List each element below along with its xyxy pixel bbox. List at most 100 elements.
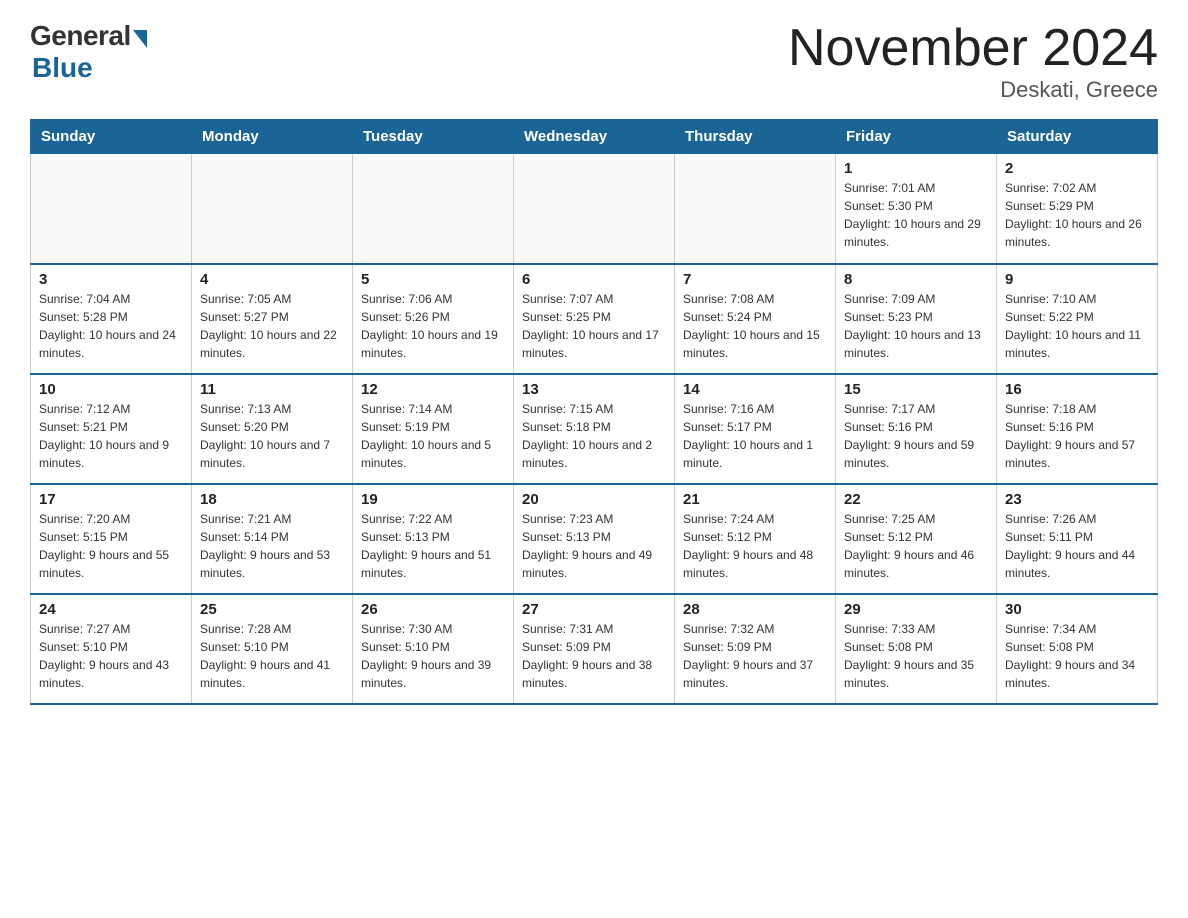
calendar-cell: 25 Sunrise: 7:28 AM Sunset: 5:10 PM Dayli… (192, 594, 353, 704)
calendar-cell: 20 Sunrise: 7:23 AM Sunset: 5:13 PM Dayli… (514, 484, 675, 594)
day-info: Sunrise: 7:16 AM Sunset: 5:17 PM Dayligh… (683, 400, 827, 472)
day-info: Sunrise: 7:04 AM Sunset: 5:28 PM Dayligh… (39, 290, 183, 362)
calendar-week-row: 24Sunrise: 7:27 AM Sunset: 5:10 PM Dayli… (31, 594, 1158, 704)
page-header: General Blue November 2024 Deskati, Gree… (30, 20, 1158, 103)
weekday-header-friday: Friday (836, 120, 997, 154)
day-info: Sunrise: 7:28 AM Sunset: 5:10 PM Dayligh… (200, 620, 344, 692)
day-number: 2 (1005, 160, 1149, 177)
day-info: Sunrise: 7:02 AM Sunset: 5:29 PM Dayligh… (1005, 179, 1149, 251)
location-text: Deskati, Greece (788, 77, 1158, 103)
calendar-cell: 9 Sunrise: 7:10 AM Sunset: 5:22 PM Daylig… (997, 264, 1158, 374)
calendar-header-row: SundayMondayTuesdayWednesdayThursdayFrid… (31, 120, 1158, 154)
day-info: Sunrise: 7:01 AM Sunset: 5:30 PM Dayligh… (844, 179, 988, 251)
title-section: November 2024 Deskati, Greece (788, 20, 1158, 103)
day-info: Sunrise: 7:06 AM Sunset: 5:26 PM Dayligh… (361, 290, 505, 362)
day-number: 6 (522, 271, 666, 288)
day-number: 9 (1005, 271, 1149, 288)
calendar-cell: 4 Sunrise: 7:05 AM Sunset: 5:27 PM Daylig… (192, 264, 353, 374)
logo: General Blue (30, 20, 147, 84)
day-info: Sunrise: 7:13 AM Sunset: 5:20 PM Dayligh… (200, 400, 344, 472)
logo-general-text: General (30, 20, 131, 52)
day-info: Sunrise: 7:34 AM Sunset: 5:08 PM Dayligh… (1005, 620, 1149, 692)
day-number: 15 (844, 381, 988, 398)
day-number: 22 (844, 491, 988, 508)
day-info: Sunrise: 7:10 AM Sunset: 5:22 PM Dayligh… (1005, 290, 1149, 362)
calendar-cell: 6 Sunrise: 7:07 AM Sunset: 5:25 PM Daylig… (514, 264, 675, 374)
calendar-table: SundayMondayTuesdayWednesdayThursdayFrid… (30, 119, 1158, 705)
day-info: Sunrise: 7:12 AM Sunset: 5:21 PM Dayligh… (39, 400, 183, 472)
day-number: 27 (522, 601, 666, 618)
day-number: 8 (844, 271, 988, 288)
month-title: November 2024 (788, 20, 1158, 77)
day-number: 7 (683, 271, 827, 288)
calendar-cell: 16 Sunrise: 7:18 AM Sunset: 5:16 PM Dayli… (997, 374, 1158, 484)
day-number: 11 (200, 381, 344, 398)
weekday-header-wednesday: Wednesday (514, 120, 675, 154)
day-info: Sunrise: 7:32 AM Sunset: 5:09 PM Dayligh… (683, 620, 827, 692)
weekday-header-tuesday: Tuesday (353, 120, 514, 154)
calendar-cell: 23Sunrise: 7:26 AM Sunset: 5:11 PM Dayli… (997, 484, 1158, 594)
calendar-cell: 3 Sunrise: 7:04 AM Sunset: 5:28 PM Daylig… (31, 264, 192, 374)
calendar-cell (353, 154, 514, 264)
logo-arrow-icon (133, 30, 147, 48)
day-number: 4 (200, 271, 344, 288)
day-info: Sunrise: 7:05 AM Sunset: 5:27 PM Dayligh… (200, 290, 344, 362)
day-number: 28 (683, 601, 827, 618)
day-number: 19 (361, 491, 505, 508)
logo-blue-text: Blue (32, 52, 93, 84)
day-number: 14 (683, 381, 827, 398)
day-number: 3 (39, 271, 183, 288)
calendar-week-row: 17 Sunrise: 7:20 AM Sunset: 5:15 PM Dayli… (31, 484, 1158, 594)
day-number: 17 (39, 491, 183, 508)
day-info: Sunrise: 7:09 AM Sunset: 5:23 PM Dayligh… (844, 290, 988, 362)
day-info: Sunrise: 7:21 AM Sunset: 5:14 PM Dayligh… (200, 510, 344, 582)
calendar-cell: 27 Sunrise: 7:31 AM Sunset: 5:09 PM Dayli… (514, 594, 675, 704)
calendar-cell: 29 Sunrise: 7:33 AM Sunset: 5:08 PM Dayli… (836, 594, 997, 704)
day-number: 23 (1005, 491, 1149, 508)
calendar-cell (675, 154, 836, 264)
day-info: Sunrise: 7:27 AM Sunset: 5:10 PM Dayligh… (39, 620, 183, 692)
calendar-cell: 24Sunrise: 7:27 AM Sunset: 5:10 PM Dayli… (31, 594, 192, 704)
day-number: 12 (361, 381, 505, 398)
day-number: 25 (200, 601, 344, 618)
calendar-cell: 15 Sunrise: 7:17 AM Sunset: 5:16 PM Dayli… (836, 374, 997, 484)
day-number: 26 (361, 601, 505, 618)
day-info: Sunrise: 7:23 AM Sunset: 5:13 PM Dayligh… (522, 510, 666, 582)
weekday-header-sunday: Sunday (31, 120, 192, 154)
calendar-week-row: 3 Sunrise: 7:04 AM Sunset: 5:28 PM Daylig… (31, 264, 1158, 374)
calendar-cell: 7 Sunrise: 7:08 AM Sunset: 5:24 PM Daylig… (675, 264, 836, 374)
day-info: Sunrise: 7:24 AM Sunset: 5:12 PM Dayligh… (683, 510, 827, 582)
day-number: 30 (1005, 601, 1149, 618)
day-number: 18 (200, 491, 344, 508)
calendar-cell: 5 Sunrise: 7:06 AM Sunset: 5:26 PM Daylig… (353, 264, 514, 374)
calendar-cell: 18 Sunrise: 7:21 AM Sunset: 5:14 PM Dayli… (192, 484, 353, 594)
weekday-header-monday: Monday (192, 120, 353, 154)
weekday-header-saturday: Saturday (997, 120, 1158, 154)
day-info: Sunrise: 7:08 AM Sunset: 5:24 PM Dayligh… (683, 290, 827, 362)
calendar-cell: 10Sunrise: 7:12 AM Sunset: 5:21 PM Dayli… (31, 374, 192, 484)
day-info: Sunrise: 7:17 AM Sunset: 5:16 PM Dayligh… (844, 400, 988, 472)
day-info: Sunrise: 7:20 AM Sunset: 5:15 PM Dayligh… (39, 510, 183, 582)
calendar-cell: 19 Sunrise: 7:22 AM Sunset: 5:13 PM Dayli… (353, 484, 514, 594)
calendar-cell (31, 154, 192, 264)
day-info: Sunrise: 7:15 AM Sunset: 5:18 PM Dayligh… (522, 400, 666, 472)
day-number: 16 (1005, 381, 1149, 398)
day-number: 29 (844, 601, 988, 618)
calendar-cell: 26Sunrise: 7:30 AM Sunset: 5:10 PM Dayli… (353, 594, 514, 704)
day-info: Sunrise: 7:22 AM Sunset: 5:13 PM Dayligh… (361, 510, 505, 582)
calendar-cell: 2 Sunrise: 7:02 AM Sunset: 5:29 PM Daylig… (997, 154, 1158, 264)
day-info: Sunrise: 7:31 AM Sunset: 5:09 PM Dayligh… (522, 620, 666, 692)
calendar-cell: 1Sunrise: 7:01 AM Sunset: 5:30 PM Daylig… (836, 154, 997, 264)
calendar-cell: 14 Sunrise: 7:16 AM Sunset: 5:17 PM Dayli… (675, 374, 836, 484)
day-info: Sunrise: 7:33 AM Sunset: 5:08 PM Dayligh… (844, 620, 988, 692)
calendar-cell: 22 Sunrise: 7:25 AM Sunset: 5:12 PM Dayli… (836, 484, 997, 594)
day-number: 21 (683, 491, 827, 508)
day-info: Sunrise: 7:07 AM Sunset: 5:25 PM Dayligh… (522, 290, 666, 362)
day-number: 5 (361, 271, 505, 288)
day-number: 20 (522, 491, 666, 508)
weekday-header-thursday: Thursday (675, 120, 836, 154)
day-info: Sunrise: 7:18 AM Sunset: 5:16 PM Dayligh… (1005, 400, 1149, 472)
calendar-week-row: 1Sunrise: 7:01 AM Sunset: 5:30 PM Daylig… (31, 154, 1158, 264)
calendar-week-row: 10Sunrise: 7:12 AM Sunset: 5:21 PM Dayli… (31, 374, 1158, 484)
day-info: Sunrise: 7:25 AM Sunset: 5:12 PM Dayligh… (844, 510, 988, 582)
